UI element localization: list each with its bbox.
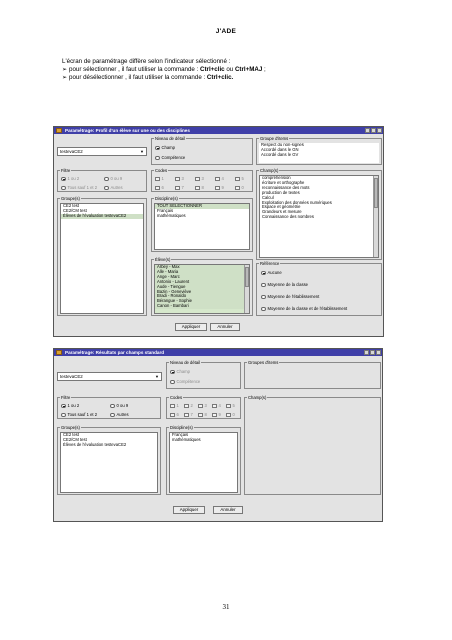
filtre-0-9-radio[interactable]: 0 ou 9 (104, 176, 122, 181)
groupes-group: Groupe(s) CE2 test CE2/CM test Élèves de… (57, 425, 161, 495)
eleves-group: Élève(s) Arbey - Max Alle - Maria Ange -… (151, 257, 253, 316)
niveau-competence-radio[interactable]: Compétence (155, 155, 185, 160)
filtre-1-2-radio[interactable]: 1 ou 2 (61, 403, 79, 408)
disciplines-list[interactable]: Français mathématiques (169, 432, 238, 493)
code-checkbox[interactable]: 7 (175, 185, 184, 190)
intro-line-2: ➢ pour sélectionner , il faut utiliser la… (62, 66, 266, 73)
filtre-1-2-radio[interactable]: 1 ou 2 (61, 176, 79, 181)
intro-line-1: L'écran de paramétrage diffère selon l'i… (62, 58, 231, 65)
code-checkbox[interactable]: 6 (170, 412, 179, 417)
evaluation-combo[interactable]: testevaCE2 ▼ (57, 372, 162, 381)
code-checkbox[interactable]: 6 (155, 185, 164, 190)
filtre-autres-radio[interactable]: Autres (110, 412, 129, 417)
window1-title: Paramétrage: Profil d'un élève sur une o… (65, 128, 190, 133)
groupe-items-list[interactable]: Respect du non-signes Accordé dans le GN… (259, 143, 379, 163)
list-item[interactable]: Élèves de l'évaluation testevaCE2 (61, 213, 143, 219)
code-checkbox[interactable]: 3 (175, 176, 184, 181)
code-checkbox[interactable]: 8 (198, 412, 207, 417)
list-item[interactable]: Accordé dans le GV (259, 152, 379, 158)
intro-line-3: ➢ pour désélectionner , il faut utiliser … (62, 74, 234, 81)
evaluation-combo[interactable]: testevaCE2 ▼ (57, 147, 147, 156)
groupes-list[interactable]: CE2 test CE2/CM test Élèves de l'évaluat… (60, 203, 144, 314)
maximize-icon[interactable] (371, 128, 376, 133)
code-checkbox[interactable]: 4 (215, 176, 224, 181)
filtre-tous-radio[interactable]: Tous sauf 1 et 2 (61, 412, 97, 417)
page-number: 31 (222, 603, 230, 611)
disciplines-group: Discipline(s) Français mathématiques (166, 425, 241, 495)
arrow-bullet-icon: ➢ (62, 67, 68, 73)
scrollbar[interactable] (373, 176, 378, 257)
scrollbar[interactable] (244, 265, 249, 313)
reference-classe-etab-radio[interactable]: Moyenne de la classe et de l'établisseme… (261, 306, 347, 311)
codes-group: Codes 1 2 3 4 5 6 7 8 9 0 (166, 395, 241, 419)
chevron-down-icon: ▼ (140, 149, 144, 154)
reference-group: Référence Aucune Moyenne de la classe Mo… (256, 261, 382, 316)
filtre-0-9-radio[interactable]: 0 ou 9 (110, 403, 128, 408)
disciplines-list[interactable]: TOUT SÉLECTIONNER Français mathématiques (154, 203, 250, 250)
code-checkbox[interactable]: 0 (235, 185, 244, 190)
champs-list[interactable]: compréhension écriture et orthographe re… (259, 175, 379, 258)
filtre-group: Filtre 1 ou 2 0 ou 9 Tous sauf 1 et 2 Au… (57, 168, 147, 192)
code-checkbox[interactable]: 9 (215, 185, 224, 190)
code-checkbox[interactable]: 3 (195, 176, 204, 181)
niveau-detail-group: Niveau de détail Champ Compétence (166, 360, 241, 389)
code-checkbox[interactable]: 8 (195, 185, 204, 190)
niveau-competence-radio[interactable]: Compétence (170, 379, 200, 384)
list-item[interactable]: mathématiques (155, 213, 249, 219)
window2-title: Paramétrage: Résultats par champs standa… (65, 350, 165, 355)
list-item[interactable]: Canon - Bambari (155, 303, 249, 310)
close-icon[interactable] (377, 128, 382, 133)
minimize-icon[interactable] (365, 128, 370, 133)
list-item[interactable]: Connaissance des nombres (260, 214, 378, 220)
app-icon (56, 350, 62, 355)
page-header: J'ADE (215, 28, 237, 35)
reference-aucune-radio[interactable]: Aucune (261, 270, 282, 275)
app-icon (56, 128, 62, 133)
window-resultats-champs: Paramétrage: Résultats par champs standa… (53, 348, 383, 522)
code-checkbox[interactable]: 1 (155, 176, 164, 181)
code-checkbox[interactable]: 0 (226, 412, 235, 417)
filtre-group: Filtre 1 ou 2 0 ou 9 Tous sauf 1 et 2 Au… (57, 395, 161, 419)
filtre-tous-radio[interactable]: Tous sauf 1 et 2 (61, 185, 97, 190)
eleves-list[interactable]: Arbey - Max Alle - Maria Ange - Marc Ant… (154, 264, 250, 314)
maximize-icon[interactable] (370, 350, 375, 355)
niveau-champ-radio[interactable]: Champ (155, 145, 175, 150)
code-checkbox[interactable]: 2 (184, 403, 193, 408)
window2-titlebar: Paramétrage: Résultats par champs standa… (54, 349, 382, 356)
niveau-detail-group: Niveau de détail Champ Compétence (151, 136, 253, 165)
list-item[interactable]: Élèves de l'évaluation testevaCE2 (61, 442, 157, 448)
arrow-bullet-icon: ➢ (62, 75, 68, 81)
disciplines-group: Discipline(s) TOUT SÉLECTIONNER Français… (151, 196, 253, 252)
chevron-down-icon: ▼ (155, 374, 159, 379)
apply-button[interactable]: Appliquer (173, 506, 205, 514)
groupes-list[interactable]: CE2 test CE2/CM test Élèves de l'évaluat… (60, 432, 158, 493)
codes-group: Codes 1 3 3 4 5 6 7 8 9 0 (151, 168, 253, 192)
cancel-button[interactable]: Annuler (210, 323, 240, 331)
close-icon[interactable] (376, 350, 381, 355)
minimize-icon[interactable] (364, 350, 369, 355)
code-checkbox[interactable]: 1 (170, 403, 179, 408)
filtre-autres-radio[interactable]: Autres (104, 185, 123, 190)
niveau-champ-radio[interactable]: Champ (170, 369, 190, 374)
reference-classe-radio[interactable]: Moyenne de la classe (261, 282, 308, 287)
cancel-button[interactable]: Annuler (213, 506, 243, 514)
reference-etablissement-radio[interactable]: Moyenne de l'établissement (261, 294, 319, 299)
code-checkbox[interactable]: 5 (226, 403, 235, 408)
code-checkbox[interactable]: 5 (235, 176, 244, 181)
groupes-items-group: Groupes d'items (244, 360, 381, 389)
groupe-items-group: Groupe d'items Respect du non-signes Acc… (256, 136, 382, 165)
code-checkbox[interactable]: 3 (198, 403, 207, 408)
champs-group: Champ(s) compréhension écriture et ortho… (256, 168, 382, 260)
groupes-group: Groupe(s) CE2 test CE2/CM test Élèves de… (57, 196, 147, 316)
code-checkbox[interactable]: 7 (184, 412, 193, 417)
champs-group: Champ(s) (244, 395, 381, 495)
code-checkbox[interactable]: 4 (212, 403, 221, 408)
apply-button[interactable]: Appliquer (175, 323, 207, 331)
list-item[interactable]: mathématiques (170, 437, 237, 443)
window1-titlebar: Paramétrage: Profil d'un élève sur une o… (54, 127, 383, 134)
code-checkbox[interactable]: 9 (212, 412, 221, 417)
window-profil-eleve: Paramétrage: Profil d'un élève sur une o… (53, 126, 384, 337)
